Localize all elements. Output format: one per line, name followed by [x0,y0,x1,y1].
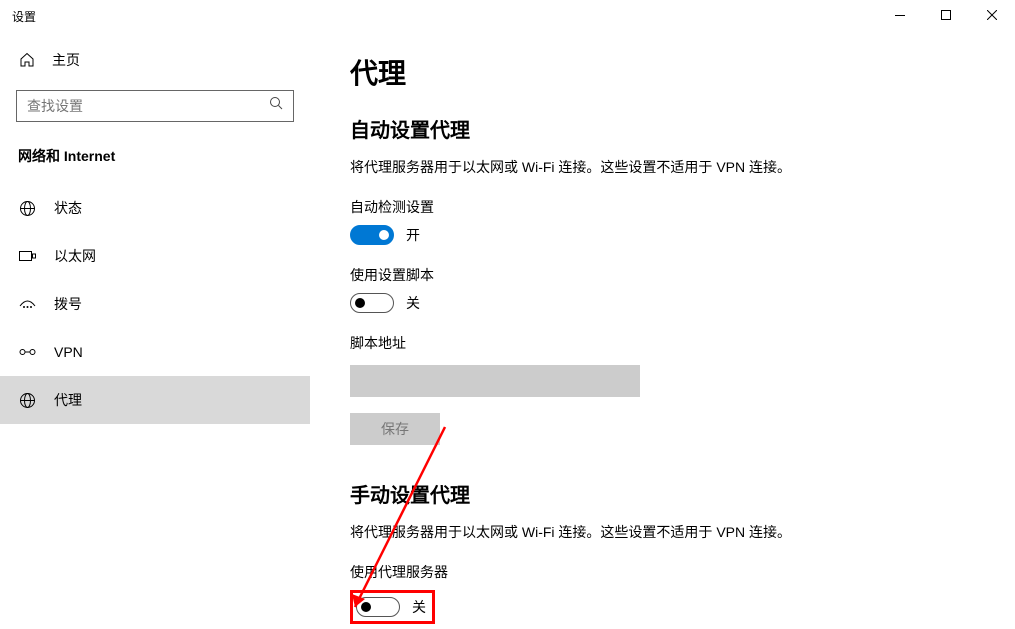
sidebar-item-dialup[interactable]: 拨号 [0,280,310,328]
use-proxy-label: 使用代理服务器 [350,562,975,582]
auto-detect-toggle[interactable] [350,225,394,245]
globe-icon [18,199,36,217]
use-proxy-state: 关 [412,597,426,617]
window-controls [877,0,1015,30]
auto-section-desc: 将代理服务器用于以太网或 Wi-Fi 连接。这些设置不适用于 VPN 连接。 [350,157,975,177]
sidebar-item-label: 代理 [54,390,82,410]
sidebar-item-label: 状态 [54,198,82,218]
sidebar-item-label: 拨号 [54,294,82,314]
use-script-label: 使用设置脚本 [350,265,975,285]
close-icon [987,10,997,20]
use-proxy-toggle[interactable] [356,597,400,617]
dialup-icon [18,295,36,313]
home-label: 主页 [52,50,80,70]
window-title: 设置 [12,8,36,25]
maximize-icon [941,10,951,20]
script-address-input [350,365,640,397]
manual-section-heading: 手动设置代理 [350,479,975,508]
sidebar-item-label: VPN [54,344,83,360]
script-address-label: 脚本地址 [350,333,975,353]
save-button: 保存 [350,413,440,445]
vpn-icon [18,343,36,361]
minimize-icon [895,15,905,16]
search-icon [269,96,284,116]
auto-detect-label: 自动检测设置 [350,197,975,217]
minimize-button[interactable] [877,0,923,30]
maximize-button[interactable] [923,0,969,30]
auto-section-heading: 自动设置代理 [350,114,975,143]
sidebar-item-label: 以太网 [54,246,96,266]
main-content: 代理 自动设置代理 将代理服务器用于以太网或 Wi-Fi 连接。这些设置不适用于… [310,32,1015,629]
page-title: 代理 [350,52,975,92]
search-wrap [16,90,294,122]
use-script-state: 关 [406,293,420,313]
annotation-highlight: 关 [350,590,435,624]
home-icon [18,51,36,69]
sidebar: 主页 网络和 Internet 状态 以太网 拨号 [0,32,310,629]
use-script-toggle[interactable] [350,293,394,313]
titlebar: 设置 [0,0,1015,32]
manual-section-desc: 将代理服务器用于以太网或 Wi-Fi 连接。这些设置不适用于 VPN 连接。 [350,522,975,542]
category-title: 网络和 Internet [0,140,310,184]
auto-detect-state: 开 [406,225,420,245]
proxy-icon [18,391,36,409]
sidebar-item-proxy[interactable]: 代理 [0,376,310,424]
sidebar-item-vpn[interactable]: VPN [0,328,310,376]
sidebar-item-status[interactable]: 状态 [0,184,310,232]
home-link[interactable]: 主页 [0,40,310,80]
ethernet-icon [18,247,36,265]
search-input[interactable] [16,90,294,122]
sidebar-item-ethernet[interactable]: 以太网 [0,232,310,280]
close-button[interactable] [969,0,1015,30]
